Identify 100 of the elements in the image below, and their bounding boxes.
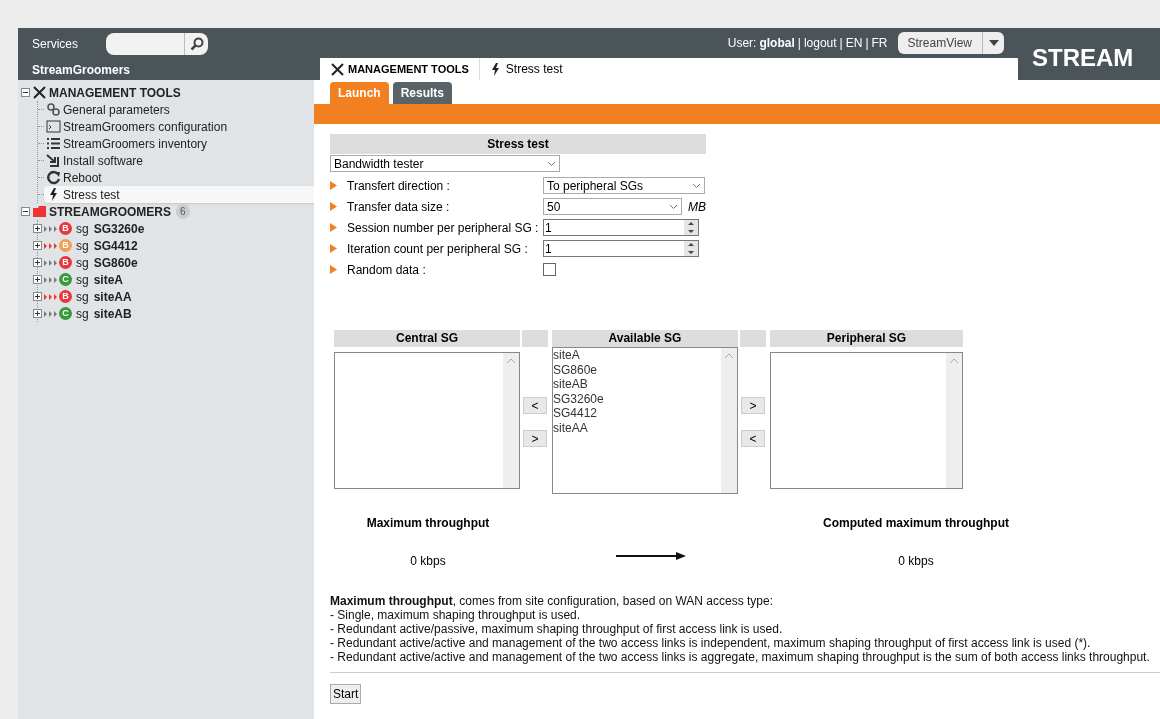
- dropdown[interactable]: To peripheral SGs: [543, 177, 705, 194]
- note-line: Maximum throughput, comes from site configuration, based on WAN access type:: [330, 594, 775, 608]
- sg-prefix: sg: [76, 254, 89, 272]
- number-field[interactable]: 1: [543, 219, 699, 236]
- bullet-icon: [330, 244, 337, 253]
- tree-group-label[interactable]: MANAGEMENT TOOLS: [49, 83, 181, 102]
- sg-name-link[interactable]: SG860e: [93, 253, 138, 272]
- bullet-icon: [330, 223, 337, 232]
- sg-name-link[interactable]: siteAA: [93, 287, 132, 306]
- dropdown[interactable]: Bandwidth tester: [330, 155, 560, 172]
- tree-item[interactable]: StreamGroomers inventory: [44, 135, 314, 152]
- collapse-icon[interactable]: [21, 88, 30, 97]
- sg-prefix: sg: [76, 237, 89, 255]
- move-button[interactable]: >: [741, 397, 765, 414]
- dropdown[interactable]: 50: [543, 198, 682, 215]
- list-option[interactable]: SG4412: [553, 406, 721, 421]
- status-badge: C: [59, 307, 72, 320]
- list-option[interactable]: siteAA: [553, 420, 721, 435]
- throughput-label: Computed maximum throughput: [823, 515, 1009, 532]
- move-button[interactable]: <: [523, 397, 547, 414]
- listbox[interactable]: [334, 352, 520, 489]
- sg-prefix: sg: [76, 288, 89, 306]
- tree-item[interactable]: General parameters: [44, 101, 314, 118]
- column-header: Central SG: [334, 330, 520, 347]
- list-icon: [46, 136, 61, 151]
- tools-icon: [32, 85, 47, 100]
- logo-text: STREAM: [1032, 44, 1134, 71]
- move-button[interactable]: <: [741, 430, 765, 447]
- expand-icon[interactable]: [33, 275, 42, 284]
- view-dropdown[interactable]: StreamView: [897, 32, 1004, 54]
- count-badge: 6: [176, 204, 190, 219]
- tree-group-label[interactable]: STREAMGROOMERS: [49, 202, 171, 221]
- start-button[interactable]: Start: [330, 684, 362, 704]
- tab[interactable]: Results: [392, 82, 453, 104]
- listbox[interactable]: siteA SG860e siteAB SG3260e SG4412 siteAA: [552, 347, 738, 494]
- sg-prefix: sg: [76, 220, 89, 238]
- services-label[interactable]: Services: [32, 35, 78, 53]
- expand-icon[interactable]: [33, 258, 42, 267]
- status-badge: C: [59, 273, 72, 286]
- chevron-icon: [669, 203, 678, 210]
- tree-item[interactable]: StreamGroomers configuration: [44, 118, 314, 135]
- breadcrumb-tab[interactable]: Stress test: [505, 60, 563, 78]
- status-badge: B: [59, 239, 72, 252]
- sg-name-link[interactable]: siteA: [93, 270, 124, 289]
- note-line: - Redundant active/passive, maximum shaping throughput of first access link is used.: [330, 622, 784, 636]
- number-field[interactable]: 1: [543, 240, 699, 257]
- sg-prefix: sg: [76, 271, 89, 289]
- header-link[interactable]: logout: [803, 34, 837, 52]
- column-header: [740, 330, 766, 347]
- sg-name-link[interactable]: siteAB: [93, 304, 132, 323]
- expand-icon[interactable]: [33, 309, 42, 318]
- status-badge: B: [59, 222, 72, 235]
- field-label: Iteration count per peripheral SG :: [347, 240, 529, 258]
- status-badge: B: [59, 290, 72, 303]
- gears-icon: [46, 102, 61, 117]
- tools-icon: [330, 61, 345, 77]
- throughput-value: 0 kbps: [410, 553, 446, 570]
- sg-prefix: sg: [76, 305, 89, 323]
- column-header: Peripheral SG: [770, 330, 963, 347]
- throughput-value: 0 kbps: [898, 553, 934, 570]
- expand-icon[interactable]: [33, 224, 42, 233]
- note-line: - Redundant active/active and management of the two access links is independent, maximum shaping throughput of first access link is used (*).: [330, 636, 1092, 650]
- form-title: Stress test: [330, 134, 706, 154]
- collapse-icon[interactable]: [21, 207, 30, 216]
- list-option[interactable]: siteA: [553, 348, 721, 363]
- header-link[interactable]: EN: [845, 34, 863, 52]
- unit-label: MB: [688, 198, 706, 216]
- note-line: - Single, maximum shaping throughput is used.: [330, 608, 582, 622]
- tree-item[interactable]: Install software: [44, 152, 314, 169]
- header-link[interactable]: FR: [871, 34, 888, 52]
- expand-icon[interactable]: [33, 241, 42, 250]
- note-line: - Redundant active/active and management of the two access links is aggregate, maximum shaping throughput is the sum of both access links throughput.: [330, 650, 1151, 664]
- bullet-icon: [330, 181, 337, 190]
- move-button[interactable]: >: [523, 430, 547, 447]
- bullet-icon: [330, 202, 337, 211]
- user-name: global: [759, 35, 795, 52]
- breadcrumb-tab[interactable]: MANAGEMENT TOOLS: [348, 60, 469, 78]
- expand-icon[interactable]: [33, 292, 42, 301]
- search-field[interactable]: [106, 33, 208, 55]
- field-label: Transfer data size :: [347, 198, 451, 216]
- bullet-icon: [330, 265, 337, 274]
- terminal-icon: [46, 119, 61, 134]
- checkbox[interactable]: [543, 263, 556, 276]
- sg-name-link[interactable]: SG4412: [93, 236, 138, 255]
- list-option[interactable]: SG3260e: [553, 391, 721, 406]
- sg-name-link[interactable]: SG3260e: [93, 219, 145, 238]
- tree-item[interactable]: Reboot: [44, 169, 314, 186]
- arrow-icon: [616, 552, 686, 560]
- spinner-icon[interactable]: [684, 241, 698, 256]
- folder-icon: [32, 204, 47, 219]
- list-option[interactable]: SG860e: [553, 362, 721, 377]
- status-badge: B: [59, 256, 72, 269]
- field-label: Transfert direction :: [347, 177, 451, 195]
- spinner-icon[interactable]: [684, 220, 698, 235]
- separator: |: [797, 35, 801, 52]
- list-option[interactable]: siteAB: [553, 377, 721, 392]
- section-title: StreamGroomers: [32, 63, 131, 77]
- listbox[interactable]: [770, 352, 963, 489]
- tree-item[interactable]: Stress test: [44, 186, 314, 203]
- throughput-label: Maximum throughput: [366, 515, 490, 532]
